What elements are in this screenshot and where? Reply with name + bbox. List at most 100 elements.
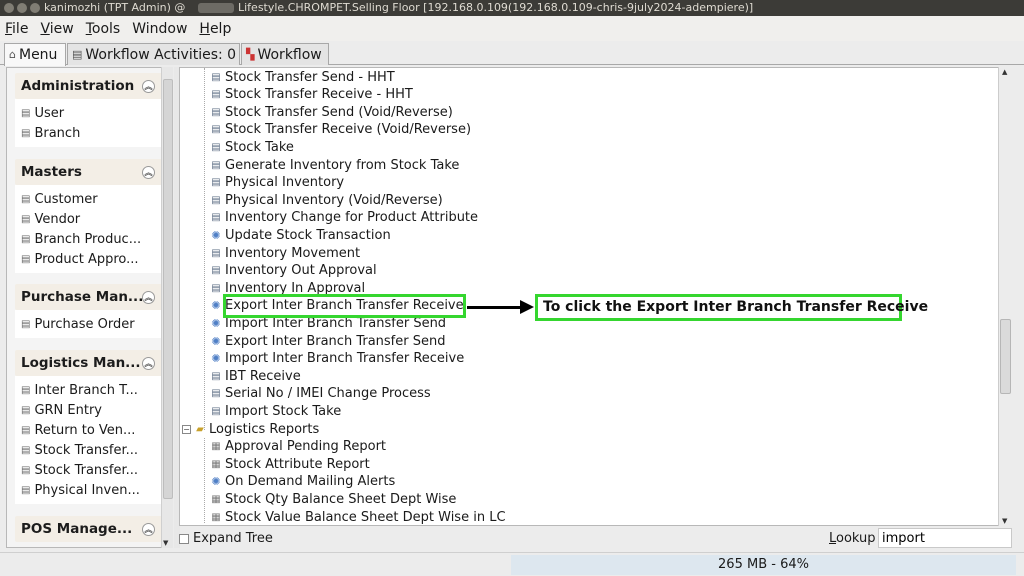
tree-node[interactable]: ▤ Physical Inventory (Void/Reverse) — [210, 191, 442, 209]
list-item[interactable]: ▤ Branch — [15, 123, 163, 143]
tree-node[interactable]: ✺ Import Inter Branch Transfer Receive — [210, 350, 464, 368]
expand-tree-label: Expand Tree — [193, 531, 273, 546]
tree-node[interactable]: ▤ Inventory Change for Product Attribute — [210, 209, 478, 227]
lookup-mnemonic: L — [829, 531, 837, 546]
tree-folder-logistics-reports[interactable]: − ▰ Logistics Reports — [182, 420, 319, 438]
list-item[interactable]: ▤ Inter Branch T... — [15, 380, 163, 400]
group-header[interactable]: Logistics Man... ︽ — [15, 350, 163, 376]
list-item[interactable]: ▤ GRN Entry — [15, 400, 163, 420]
tree-node[interactable]: ▤ Import Stock Take — [210, 402, 341, 420]
list-item[interactable]: ▤ Purchase Order — [15, 314, 163, 334]
window-icon: ▤ — [21, 444, 31, 456]
list-item[interactable]: ▤ Vendor — [15, 209, 163, 229]
tree-node-label: Inventory Movement — [225, 245, 361, 261]
memory-indicator[interactable]: 265 MB - 64% — [511, 555, 1016, 575]
tab-workflow-activities-label: Workflow Activities: 0 — [85, 46, 237, 63]
group-header[interactable]: Purchase Man... ︽ — [15, 284, 163, 310]
window-controls[interactable] — [4, 3, 40, 13]
collapse-icon[interactable]: ︽ — [142, 290, 155, 304]
list-item[interactable]: ▤ Return to Ven... — [15, 420, 163, 440]
process-icon: ✺ — [211, 316, 221, 330]
tab-menu[interactable]: ⌂ Menu — [4, 43, 66, 66]
group-title: Administration — [21, 78, 135, 94]
list-item-label: Vendor — [34, 211, 81, 227]
tree-node[interactable]: ▦ Approval Pending Report — [210, 438, 386, 456]
group-masters: Masters ︽ ▤ Customer ▤ Vendor ▤ Branch Produ… — [15, 159, 163, 273]
tree-node[interactable]: ▦ Stock Qty Balance Sheet Dept Wise — [210, 490, 456, 508]
checkbox-icon[interactable] — [179, 533, 189, 544]
annotation-callout: To click the Export Inter Branch Transfe… — [535, 294, 928, 321]
scroll-down-icon[interactable]: ▼ — [1002, 517, 1007, 525]
tree-node[interactable]: ▤ Stock Transfer Send - HHT — [210, 68, 394, 86]
list-item-label: Customer — [34, 191, 98, 207]
minimize-window-icon[interactable] — [17, 3, 27, 13]
list-item[interactable]: ▤ Physical Inven... — [15, 480, 163, 500]
menu-view[interactable]: View — [40, 21, 73, 37]
tree-node[interactable]: ✺ On Demand Mailing Alerts — [210, 473, 395, 491]
redacted-block — [198, 3, 234, 13]
window-icon: ▤ — [21, 384, 31, 396]
list-item[interactable]: ▤ Stock Transfer... — [15, 460, 163, 480]
list-item[interactable]: ▤ User — [15, 103, 163, 123]
tree-node[interactable]: ▤ Physical Inventory — [210, 174, 344, 192]
collapse-toggle-icon[interactable]: − — [182, 424, 191, 434]
tree-node[interactable]: ✺ Export Inter Branch Transfer Send — [210, 332, 445, 350]
list-item[interactable]: ▤ Product Appro... — [15, 249, 163, 269]
maximize-window-icon[interactable] — [30, 3, 40, 13]
group-header[interactable]: Administration ︽ — [15, 73, 163, 99]
list-item-label: Product Appro... — [34, 251, 139, 267]
tree-node[interactable]: ▤ Stock Transfer Send (Void/Reverse) — [210, 103, 453, 121]
group-header[interactable]: POS Manage... ︽ — [15, 516, 163, 542]
tree-scrollbar[interactable]: ▲ ▼ — [998, 67, 1012, 526]
list-item[interactable]: ▤ Customer — [15, 189, 163, 209]
scrollbar-thumb[interactable] — [1000, 319, 1011, 394]
group-header[interactable]: Masters ︽ — [15, 159, 163, 185]
tree-node[interactable]: ▤ Inventory Out Approval — [210, 262, 376, 280]
group-title: Masters — [21, 164, 82, 180]
process-icon: ✺ — [211, 228, 221, 242]
tree-node-label: Import Stock Take — [225, 403, 342, 419]
tree-node[interactable]: ▦ Stock Attribute Report — [210, 455, 369, 473]
scrollbar-thumb[interactable] — [163, 79, 173, 499]
scroll-down-icon[interactable]: ▼ — [163, 539, 168, 547]
menu-file-label: ile — [12, 20, 29, 37]
menu-file[interactable]: File — [5, 21, 28, 37]
tree-node[interactable]: ▤ Serial No / IMEI Change Process — [210, 385, 430, 403]
tree-node-label: Stock Qty Balance Sheet Dept Wise — [225, 491, 457, 507]
collapse-icon[interactable]: ︽ — [142, 165, 155, 179]
close-window-icon[interactable] — [4, 3, 14, 13]
menu-window[interactable]: Window — [132, 21, 187, 37]
tab-workflow-activities[interactable]: ▤ Workflow Activities: 0 — [67, 43, 240, 65]
collapse-icon[interactable]: ︽ — [142, 79, 155, 93]
window-icon: ▤ — [211, 405, 221, 417]
collapse-icon[interactable]: ︽ — [142, 522, 155, 536]
menu-tools[interactable]: Tools — [86, 21, 121, 37]
list-item-label: Stock Transfer... — [34, 462, 139, 478]
tree-node[interactable]: ▤ Stock Transfer Receive - HHT — [210, 86, 413, 104]
scroll-up-icon[interactable]: ▲ — [1002, 68, 1007, 76]
tree-node[interactable]: ✺ Update Stock Transaction — [210, 226, 390, 244]
window-icon: ▤ — [21, 464, 31, 476]
tree-node[interactable]: ▦ Stock Value Balance Sheet Dept Wise in … — [210, 508, 505, 525]
list-item-label: User — [34, 105, 65, 121]
list-item[interactable]: ▤ Branch Produc... — [15, 229, 163, 249]
tab-menu-label: Menu — [18, 47, 58, 63]
list-item[interactable]: ▤ Stock Transfer... — [15, 440, 163, 460]
tab-workflow[interactable]: ▚ Workflow — [241, 43, 329, 65]
tree-node[interactable]: ▤ Stock Take — [210, 138, 294, 156]
group-administration: Administration ︽ ▤ User ▤ Branch — [15, 73, 163, 147]
report-icon: ▦ — [211, 458, 221, 470]
tree-node[interactable]: ▤ Inventory Movement — [210, 244, 360, 262]
tree-guide-line — [204, 438, 205, 523]
menu-help[interactable]: Help — [199, 21, 231, 37]
lookup-input[interactable] — [878, 528, 1012, 548]
collapse-icon[interactable]: ︽ — [142, 356, 155, 370]
expand-tree-checkbox[interactable]: Expand Tree — [179, 531, 273, 546]
tree-node[interactable]: ▤ Generate Inventory from Stock Take — [210, 156, 459, 174]
tree-node[interactable]: ▤ Stock Transfer Receive (Void/Reverse) — [210, 121, 471, 139]
tree-node[interactable]: ▤ IBT Receive — [210, 367, 300, 385]
tree-node-label: On Demand Mailing Alerts — [225, 474, 396, 490]
left-scrollbar[interactable]: ▼ — [161, 67, 173, 548]
tree-node-label: Stock Take — [225, 139, 294, 155]
window-title: Lifestyle.CHROMPET.Selling Floor [192.16… — [238, 1, 754, 14]
